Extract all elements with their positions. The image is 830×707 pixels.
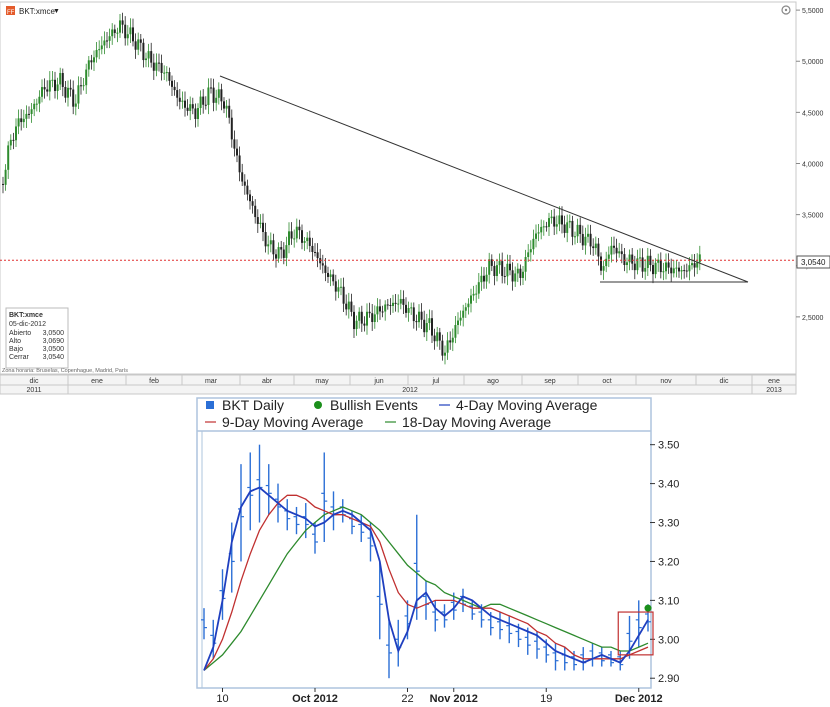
timezone-label: Zona horaria: Bruselas, Copenhague, Madr… <box>2 368 128 374</box>
year-label: 2012 <box>402 387 418 394</box>
x-tick-label: Dec 2012 <box>615 693 663 705</box>
y-tick-label: 2,5000 <box>802 315 824 322</box>
y-tick-label: 3.40 <box>658 479 679 491</box>
month-label: may <box>315 378 329 385</box>
legend-swatch <box>206 401 214 409</box>
svg-text:FF: FF <box>7 10 15 16</box>
info-value: 3,0500 <box>43 346 65 353</box>
info-value: 3,0500 <box>43 330 65 337</box>
month-label: oct <box>602 378 611 385</box>
legend-item: Bullish Events <box>314 397 418 413</box>
y-tick-label: 4,5000 <box>802 110 824 117</box>
y-tick-label: 5,5000 <box>802 8 824 15</box>
legend-swatch <box>314 401 322 409</box>
info-value: 3,0690 <box>43 338 65 345</box>
month-label: dic <box>720 378 729 385</box>
month-label: ene <box>91 378 103 385</box>
y-tick-label: 2.90 <box>658 673 679 685</box>
info-date: 05-dic-2012 <box>9 321 46 328</box>
y-tick-label: 3.10 <box>658 595 679 607</box>
year-label: 2013 <box>766 387 782 394</box>
legend-label: 4-Day Moving Average <box>456 397 598 413</box>
legend-item: 4-Day Moving Average <box>439 397 598 413</box>
month-label: abr <box>262 378 273 385</box>
x-tick-label: 22 <box>401 693 413 705</box>
info-label: Bajo <box>9 346 23 353</box>
y-tick-label: 3.00 <box>658 634 679 646</box>
price-chart: FF BKT:xmce ▼ 5,5000 5,0000 4,5000 4,0000 3,… <box>0 0 830 397</box>
y-tick-label: 3.20 <box>658 556 679 568</box>
legend-label: BKT Daily <box>222 397 284 413</box>
month-label: ene <box>768 378 780 385</box>
info-value: 3,0540 <box>43 354 65 361</box>
y-tick-label: 5,0000 <box>802 59 824 66</box>
month-label: sep <box>544 378 555 385</box>
moving-average-chart: BKT Daily Bullish Events 4-Day Moving Aver… <box>195 397 679 707</box>
month-label: nov <box>660 378 672 385</box>
legend-label: 18-Day Moving Average <box>402 414 551 430</box>
legend-item: 18-Day Moving Average <box>385 414 551 430</box>
symbol-dropdown-icon[interactable]: ▼ <box>53 8 60 15</box>
svg-text:3,0540: 3,0540 <box>801 258 826 267</box>
x-tick-label: Nov 2012 <box>430 693 478 705</box>
legend-label: Bullish Events <box>330 397 418 413</box>
info-label: Abierto <box>9 330 31 337</box>
x-tick-label: Oct 2012 <box>292 693 338 705</box>
y-tick-label: 4,0000 <box>802 161 824 168</box>
legend-item: 9-Day Moving Average <box>205 414 364 430</box>
month-label: jun <box>373 378 383 385</box>
month-label: ago <box>487 378 499 385</box>
symbol-label[interactable]: BKT:xmce <box>19 7 56 16</box>
y-tick-label: 3.30 <box>658 518 679 530</box>
x-tick-label: 10 <box>216 693 228 705</box>
legend-label: 9-Day Moving Average <box>222 414 364 430</box>
info-label: Alto <box>9 338 21 345</box>
price-badge: 3,0540 <box>796 255 830 269</box>
month-label: jul <box>431 378 439 385</box>
month-label: feb <box>149 378 159 385</box>
month-label: dic <box>30 378 39 385</box>
info-label: Cerrar <box>9 354 30 361</box>
y-tick-label: 3,5000 <box>802 213 824 220</box>
x-tick-label: 19 <box>540 693 552 705</box>
ohlc-info-box: BKT:xmce 05-dic-2012 Abierto 3,0500 Alto 3,… <box>5 307 69 369</box>
year-label: 2011 <box>26 387 41 394</box>
bullish-event-marker <box>644 604 652 612</box>
info-title: BKT:xmce <box>9 312 43 319</box>
y-tick-label: 3.50 <box>658 440 679 452</box>
legend: BKT Daily Bullish Events 4-Day Moving Aver… <box>205 397 598 430</box>
month-label: mar <box>205 378 218 385</box>
